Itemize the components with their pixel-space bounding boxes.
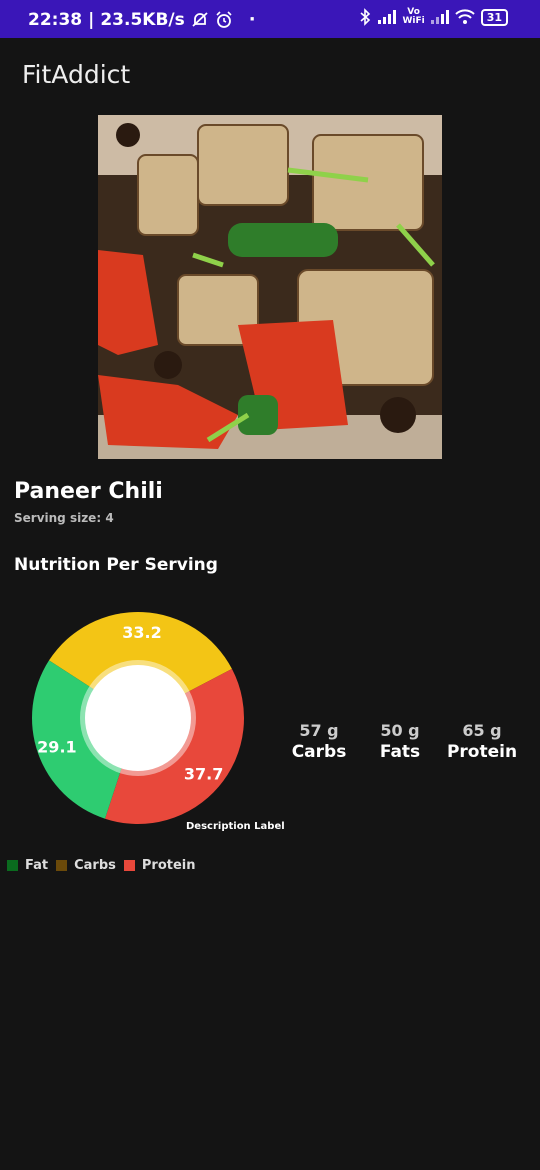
- macro-fats-amount: 50 g: [380, 721, 420, 740]
- battery-icon: 31: [480, 8, 508, 26]
- nutrition-donut-chart[interactable]: 33.2 37.7 29.1: [28, 608, 248, 828]
- legend-swatch-protein: [123, 860, 135, 871]
- app-title: FitAddict: [22, 60, 131, 89]
- donut-hole: [85, 665, 191, 771]
- legend-swatch-carbs: [56, 860, 68, 871]
- wifi-icon: [454, 9, 475, 24]
- status-separator: |: [88, 9, 95, 30]
- chart-description-label: Description Label: [186, 821, 285, 832]
- macro-protein-label: Protein: [446, 742, 518, 762]
- status-left: 22:38 | 23.5KB/s ·: [28, 9, 256, 30]
- status-bar: 22:38 | 23.5KB/s · Vo WiFi 31: [0, 0, 540, 38]
- legend-label-fat: Fat: [25, 858, 49, 873]
- donut-label-fat: 29.1: [37, 738, 76, 757]
- serving-size-label: Serving size:: [14, 511, 102, 525]
- chart-legend: Fat Carbs Protein: [7, 858, 196, 873]
- macro-protein-amount: 65 g: [462, 721, 502, 740]
- nutrition-section-title: Nutrition Per Serving: [14, 555, 218, 575]
- recipe-image: [98, 115, 442, 459]
- legend-label-carbs: Carbs: [74, 858, 116, 873]
- macro-carbs: 57 g Carbs: [274, 721, 364, 762]
- serving-size-value: 4: [105, 511, 114, 525]
- macro-protein: 65 g Protein: [437, 721, 527, 762]
- donut-label-carbs: 33.2: [122, 623, 161, 642]
- legend-item-protein: Protein: [123, 858, 196, 873]
- legend-item-carbs: Carbs: [56, 858, 116, 873]
- legend-label-protein: Protein: [141, 858, 196, 873]
- serving-size: Serving size: 4: [14, 511, 114, 525]
- status-time: 22:38: [28, 9, 83, 30]
- bell-muted-icon: [192, 11, 208, 27]
- status-net-speed: 23.5KB/s: [100, 9, 185, 30]
- legend-swatch-fat: [7, 860, 18, 871]
- donut-label-protein: 37.7: [184, 765, 223, 784]
- signal-2-icon: [430, 10, 449, 24]
- wifi-label: WiFi: [402, 16, 425, 26]
- macro-fats-label: Fats: [379, 742, 421, 762]
- alarm-icon: [216, 10, 232, 28]
- bluetooth-icon: [360, 8, 371, 26]
- macro-fats: 50 g Fats: [355, 721, 445, 762]
- signal-icon: [378, 10, 397, 24]
- status-right: Vo WiFi 31: [358, 8, 508, 26]
- vowifi-icon: Vo WiFi: [402, 8, 424, 26]
- macro-carbs-amount: 57 g: [299, 721, 339, 740]
- macro-carbs-label: Carbs: [291, 742, 347, 762]
- recipe-name: Paneer Chili: [14, 479, 163, 504]
- notification-dot-icon: ·: [248, 9, 256, 30]
- legend-item-fat: Fat: [7, 858, 48, 873]
